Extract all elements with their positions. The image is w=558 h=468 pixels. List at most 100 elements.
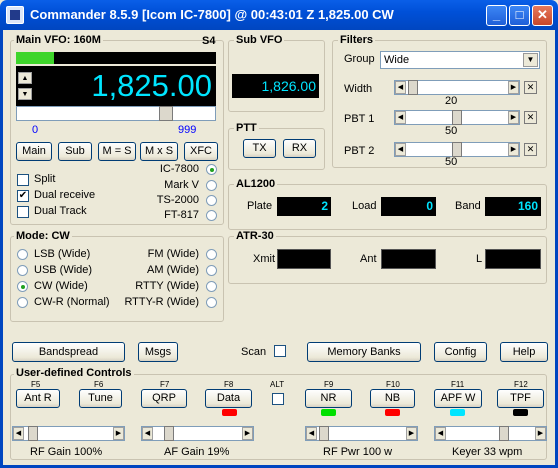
mode-radio-rttyr[interactable]: [206, 297, 217, 308]
af-gain-thumb[interactable]: [164, 426, 174, 441]
radio-ic7800[interactable]: [206, 164, 217, 175]
keyer-thumb[interactable]: [499, 426, 509, 441]
udc-nr-button[interactable]: NR: [305, 389, 352, 408]
sub-button[interactable]: Sub: [58, 142, 92, 161]
memory-banks-button[interactable]: Memory Banks: [307, 342, 421, 362]
radio-ts2000[interactable]: [206, 195, 217, 206]
af-gain-left-arrow[interactable]: ◀: [142, 427, 153, 440]
main-vfo-display[interactable]: ▲ ▼ 1,825.00: [16, 66, 216, 106]
pbt2-reset-button[interactable]: ✕: [524, 143, 537, 156]
main-vfo-title: Main VFO: 160M: [14, 34, 103, 46]
rf-pwr-label: RF Pwr 100 w: [323, 446, 393, 458]
pbt2-left-arrow[interactable]: ◀: [395, 143, 406, 156]
mode-label-cw: CW (Wide): [34, 280, 88, 292]
pbt1-thumb[interactable]: [452, 110, 462, 125]
width-slider[interactable]: ◀ ▶: [394, 80, 520, 95]
maximize-button[interactable]: □: [509, 5, 530, 26]
rf-gain-thumb[interactable]: [28, 426, 38, 441]
keyer-right-arrow[interactable]: ▶: [535, 427, 546, 440]
main-tuning-slider[interactable]: [16, 106, 216, 121]
load-label: Load: [352, 200, 377, 212]
dual-receive-checkbox[interactable]: ✔: [17, 190, 29, 202]
tx-button[interactable]: TX: [243, 139, 276, 158]
pbt1-right-arrow[interactable]: ▶: [508, 111, 519, 124]
pbt1-slider[interactable]: ◀ ▶: [394, 110, 520, 125]
udc-tune-button[interactable]: Tune: [79, 389, 122, 408]
ant-display: [381, 249, 436, 269]
group-label: Group: [344, 53, 375, 65]
mode-label-rttyr: RTTY-R (Wide): [124, 296, 199, 308]
mode-radio-usb[interactable]: [17, 265, 28, 276]
udc-qrp-button[interactable]: QRP: [141, 389, 187, 408]
slider-max: 999: [178, 124, 197, 136]
mode-radio-lsb[interactable]: [17, 249, 28, 260]
udc-apf-w-button[interactable]: APF W: [434, 389, 482, 408]
width-right-arrow[interactable]: ▶: [508, 81, 519, 94]
keyer-left-arrow[interactable]: ◀: [435, 427, 446, 440]
alt-checkbox[interactable]: [272, 393, 284, 405]
width-reset-button[interactable]: ✕: [524, 81, 537, 94]
m-x-s-button[interactable]: M x S: [140, 142, 178, 161]
dual-track-checkbox[interactable]: [17, 206, 29, 218]
mode-radio-fm[interactable]: [206, 249, 217, 260]
freq-up-arrow[interactable]: ▲: [18, 72, 32, 84]
s-meter-label: S4: [202, 35, 216, 47]
pbt2-thumb[interactable]: [452, 142, 462, 157]
rf-pwr-thumb[interactable]: [319, 426, 329, 441]
mode-radio-cw[interactable]: [17, 281, 28, 292]
rf-gain-right-arrow[interactable]: ▶: [113, 427, 124, 440]
pbt1-reset-button[interactable]: ✕: [524, 111, 537, 124]
pbt2-right-arrow[interactable]: ▶: [508, 143, 519, 156]
msgs-button[interactable]: Msgs: [138, 342, 178, 362]
help-button[interactable]: Help: [500, 342, 548, 362]
pbt1-value: 50: [445, 125, 458, 137]
radio-markv[interactable]: [206, 180, 217, 191]
udc-data-button[interactable]: Data: [205, 389, 252, 408]
slider-min: 0: [32, 124, 39, 136]
rx-button[interactable]: RX: [283, 139, 316, 158]
rf-pwr-slider[interactable]: ◀ ▶: [305, 426, 418, 441]
pbt1-left-arrow[interactable]: ◀: [395, 111, 406, 124]
scan-checkbox[interactable]: [274, 345, 286, 357]
rf-gain-slider[interactable]: ◀ ▶: [12, 426, 125, 441]
s-meter-bar: [16, 52, 216, 64]
chevron-down-icon[interactable]: ▼: [523, 53, 538, 67]
udc-tpf-button[interactable]: TPF: [497, 389, 544, 408]
config-button[interactable]: Config: [434, 342, 487, 362]
sub-frequency[interactable]: 1,826.00: [232, 74, 319, 98]
width-left-arrow[interactable]: ◀: [395, 81, 406, 94]
mode-radio-am[interactable]: [206, 265, 217, 276]
mode-radio-rtty[interactable]: [206, 281, 217, 292]
freq-down-arrow[interactable]: ▼: [18, 88, 32, 100]
width-thumb[interactable]: [408, 80, 418, 95]
fkey-f6: F6: [94, 380, 104, 389]
bandspread-button[interactable]: Bandspread: [12, 342, 125, 362]
main-button[interactable]: Main: [16, 142, 52, 161]
af-gain-right-arrow[interactable]: ▶: [242, 427, 253, 440]
udc-nb-button[interactable]: NB: [370, 389, 415, 408]
close-button[interactable]: ✕: [532, 5, 553, 26]
dual-receive-label: Dual receive: [34, 189, 96, 201]
split-checkbox[interactable]: [17, 174, 29, 186]
keyer-slider[interactable]: ◀ ▶: [434, 426, 547, 441]
l-display: [485, 249, 541, 269]
pbt2-slider[interactable]: ◀ ▶: [394, 142, 520, 157]
radio-ft817[interactable]: [206, 210, 217, 221]
udc-ant-r-button[interactable]: Ant R: [16, 389, 60, 408]
apf-led: [450, 409, 465, 416]
af-gain-slider[interactable]: ◀ ▶: [141, 426, 254, 441]
m-equals-s-button[interactable]: M = S: [98, 142, 136, 161]
xfc-button[interactable]: XFC: [184, 142, 218, 161]
rf-gain-left-arrow[interactable]: ◀: [13, 427, 24, 440]
mode-label-usb: USB (Wide): [34, 264, 93, 276]
xmit-display: [277, 249, 331, 269]
title-bar[interactable]: Commander 8.5.9 [Icom IC-7800] @ 00:43:0…: [0, 0, 558, 30]
al1200-title: AL1200: [234, 178, 278, 190]
nb-led: [385, 409, 400, 416]
group-select[interactable]: Wide ▼: [380, 51, 540, 69]
rf-pwr-left-arrow[interactable]: ◀: [306, 427, 317, 440]
main-tuning-thumb[interactable]: [159, 106, 173, 121]
mode-radio-cwr[interactable]: [17, 297, 28, 308]
rf-pwr-right-arrow[interactable]: ▶: [406, 427, 417, 440]
minimize-button[interactable]: _: [486, 5, 507, 26]
